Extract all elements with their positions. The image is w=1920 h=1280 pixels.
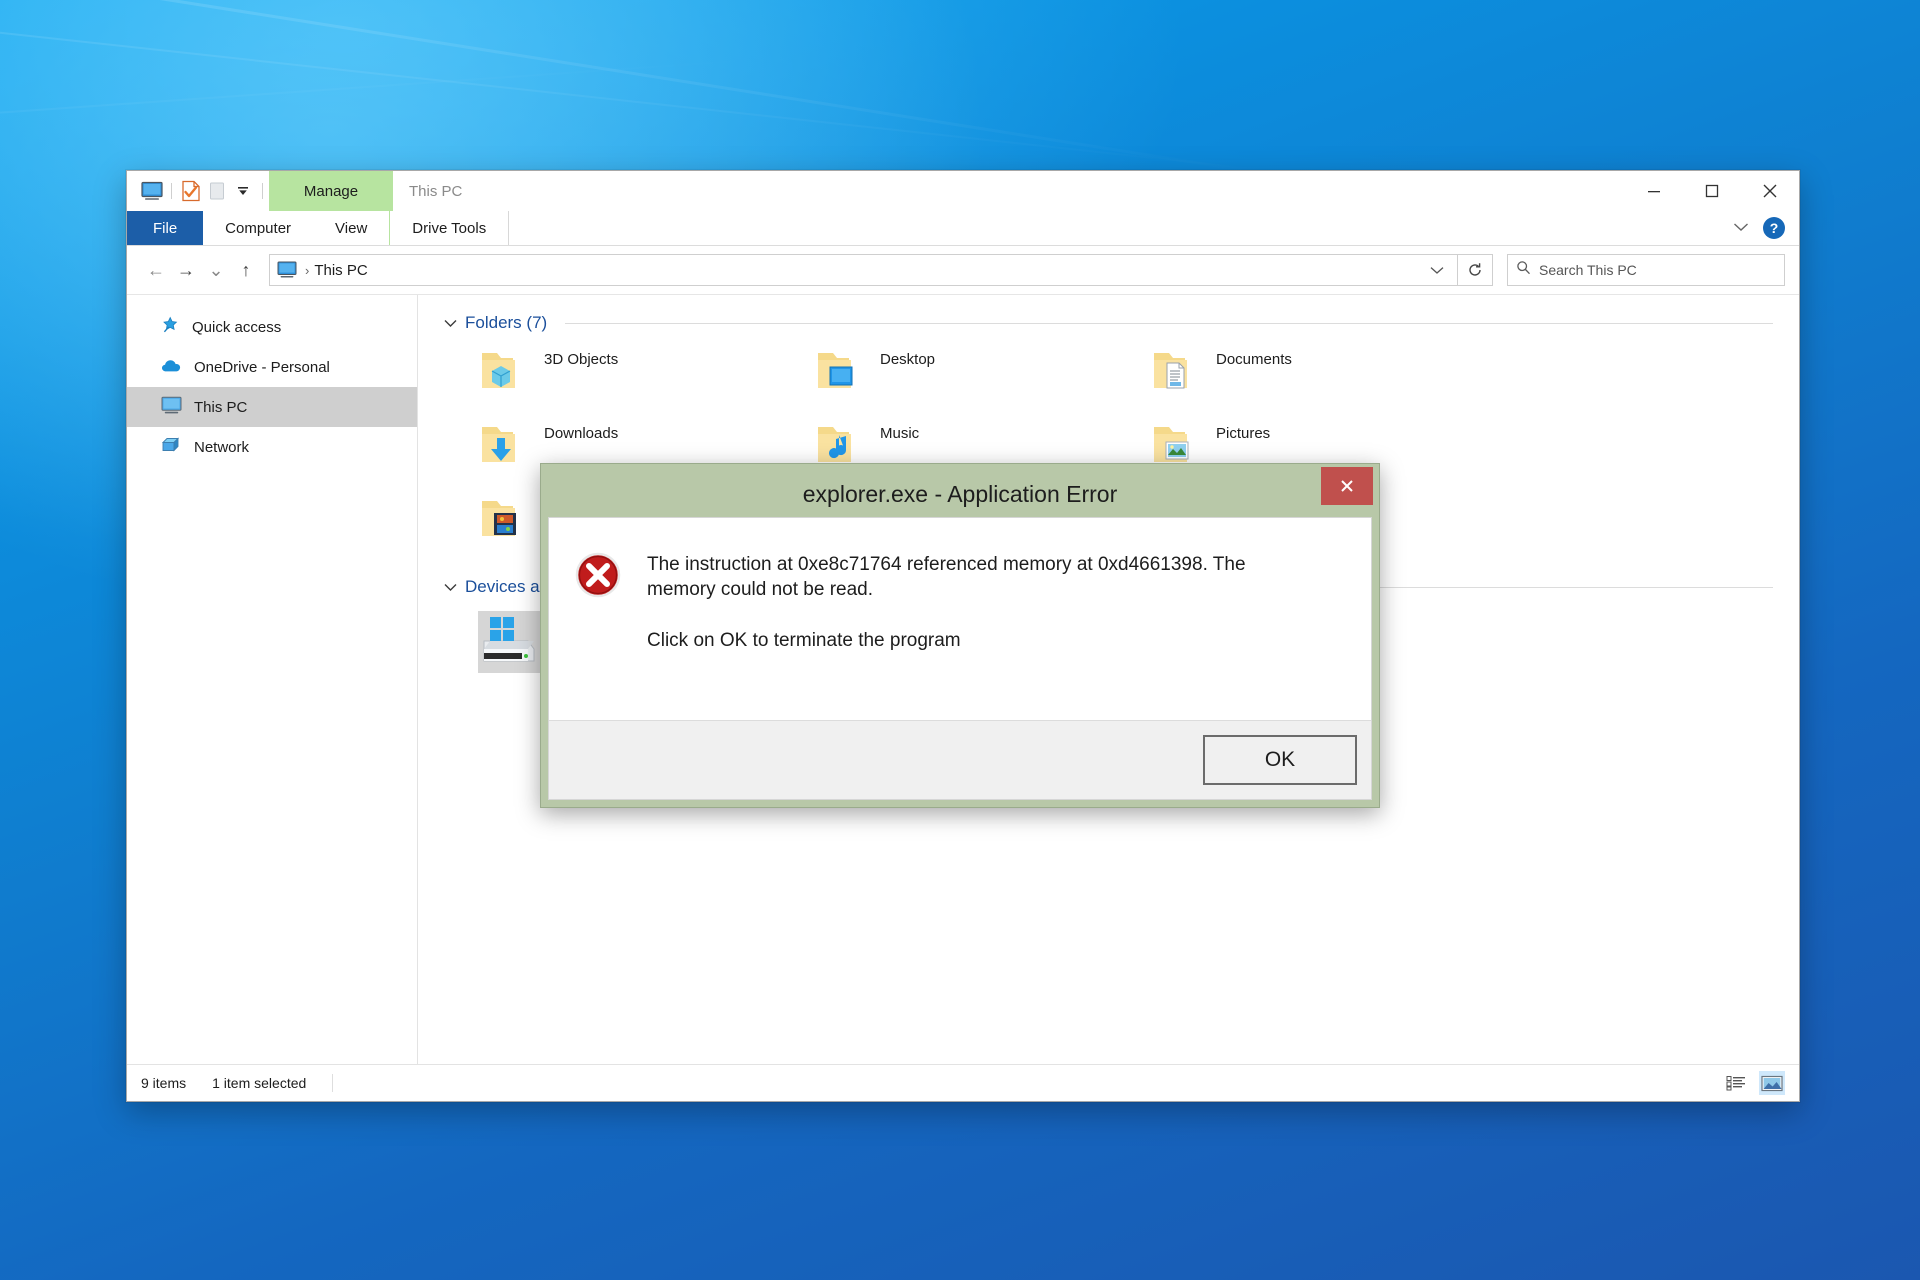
folder-documents-icon: [1150, 347, 1202, 395]
contextual-tab-manage[interactable]: Manage: [269, 171, 393, 211]
application-error-dialog: explorer.exe - Application Error The ins…: [540, 463, 1380, 808]
forward-button[interactable]: →: [171, 255, 201, 285]
window-title: This PC: [409, 182, 463, 200]
search-icon: [1516, 260, 1531, 280]
help-icon[interactable]: ?: [1763, 217, 1785, 239]
this-pc-icon[interactable]: [276, 259, 298, 281]
close-button[interactable]: [1741, 171, 1799, 211]
network-icon: [161, 436, 182, 458]
status-divider: [332, 1074, 334, 1092]
dialog-message-line-1: The instruction at 0xe8c71764 referenced…: [647, 554, 1246, 601]
view-buttons: [1723, 1071, 1785, 1095]
item-label: Pictures: [1216, 425, 1271, 442]
tab-row-spacer: [509, 211, 1733, 245]
chevron-down-icon[interactable]: [444, 580, 457, 595]
minimize-button[interactable]: [1625, 171, 1683, 211]
item-label: Documents: [1216, 351, 1292, 368]
dialog-title: explorer.exe - Application Error: [802, 480, 1118, 507]
dialog-message-line-2: Click on OK to terminate the program: [647, 630, 961, 652]
this-pc-icon: [161, 396, 182, 419]
tab-computer[interactable]: Computer: [203, 211, 313, 245]
chevron-down-icon[interactable]: [444, 316, 457, 331]
breadcrumb-separator: ›: [305, 262, 310, 278]
quick-access-toolbar: [127, 171, 269, 211]
list-item[interactable]: Desktop: [780, 339, 1116, 413]
navigation-pane: Quick access OneDrive - Personal This PC…: [127, 295, 418, 1064]
large-icons-view-icon[interactable]: [1759, 1071, 1785, 1095]
up-button[interactable]: ↑: [231, 255, 261, 285]
new-folder-icon[interactable]: [204, 178, 230, 204]
window-controls: [1625, 171, 1799, 211]
sidebar-item-this-pc[interactable]: This PC: [127, 387, 417, 427]
dialog-title-bar: explorer.exe - Application Error: [548, 467, 1373, 517]
address-bar[interactable]: › This PC: [269, 254, 1458, 286]
chevron-down-icon[interactable]: [1423, 266, 1451, 275]
this-pc-icon[interactable]: [139, 178, 165, 204]
folder-desktop-icon: [814, 347, 866, 395]
error-circle-x-icon: [575, 552, 621, 710]
list-item[interactable]: 3D Objects: [444, 339, 780, 413]
windows-drive-icon: [478, 611, 540, 673]
dialog-footer: OK: [549, 720, 1371, 799]
folder-downloads-icon: [478, 421, 530, 469]
sidebar-item-onedrive[interactable]: OneDrive - Personal: [127, 347, 417, 387]
search-input[interactable]: Search This PC: [1507, 254, 1785, 286]
ok-button[interactable]: OK: [1203, 735, 1357, 785]
dialog-text: The instruction at 0xe8c71764 referenced…: [647, 552, 1267, 710]
status-selection: 1 item selected: [212, 1075, 307, 1091]
breadcrumb[interactable]: This PC: [314, 262, 367, 279]
list-item[interactable]: Documents: [1116, 339, 1452, 413]
item-label: Desktop: [880, 351, 936, 368]
cloud-icon: [161, 358, 182, 377]
tab-drive-tools[interactable]: Drive Tools: [389, 211, 510, 245]
status-bar: 9 items 1 item selected: [127, 1064, 1799, 1101]
search-placeholder: Search This PC: [1539, 262, 1637, 278]
star-pin-icon: [161, 316, 180, 339]
details-view-icon[interactable]: [1723, 1071, 1749, 1095]
maximize-button[interactable]: [1683, 171, 1741, 211]
tab-view[interactable]: View: [313, 211, 389, 245]
toolbar-divider: [262, 183, 263, 199]
tab-file[interactable]: File: [127, 211, 204, 245]
ribbon-tab-row: File Computer View Drive Tools ?: [127, 211, 1799, 246]
properties-icon[interactable]: [178, 178, 204, 204]
status-item-count: 9 items: [141, 1075, 187, 1091]
dialog-body: The instruction at 0xe8c71764 referenced…: [548, 517, 1372, 800]
folder-videos-icon: [478, 495, 530, 543]
address-bar-row: ← → ⌄ ↑ › This PC Search This PC: [127, 246, 1799, 294]
group-title: Folders (7): [465, 313, 548, 332]
item-label: 3D Objects: [544, 351, 619, 368]
folder-music-icon: [814, 421, 866, 469]
sidebar-item-quick-access[interactable]: Quick access: [127, 307, 417, 347]
folder-pictures-icon: [1150, 421, 1202, 469]
sidebar-item-label: Quick access: [192, 318, 282, 336]
title-bar: Manage This PC: [127, 171, 1799, 211]
sidebar-item-label: This PC: [194, 398, 248, 416]
back-button[interactable]: ←: [141, 255, 171, 285]
refresh-button[interactable]: [1458, 254, 1493, 286]
dialog-message-area: The instruction at 0xe8c71764 referenced…: [549, 518, 1371, 720]
dialog-close-button[interactable]: [1321, 467, 1373, 505]
item-label: Downloads: [544, 425, 619, 442]
item-label: Music: [880, 425, 920, 442]
ribbon-right-controls: ?: [1733, 211, 1799, 245]
customize-dropdown-icon[interactable]: [230, 178, 256, 204]
folder-3d-objects-icon: [478, 347, 530, 395]
sidebar-item-label: Network: [194, 438, 250, 456]
sidebar-item-network[interactable]: Network: [127, 427, 417, 467]
chevron-down-icon[interactable]: [1733, 219, 1749, 237]
group-divider: [565, 322, 1773, 324]
recent-locations-button[interactable]: ⌄: [201, 255, 231, 285]
group-header-folders[interactable]: Folders (7): [444, 313, 1773, 333]
sidebar-item-label: OneDrive - Personal: [194, 358, 330, 376]
toolbar-divider: [171, 183, 172, 199]
